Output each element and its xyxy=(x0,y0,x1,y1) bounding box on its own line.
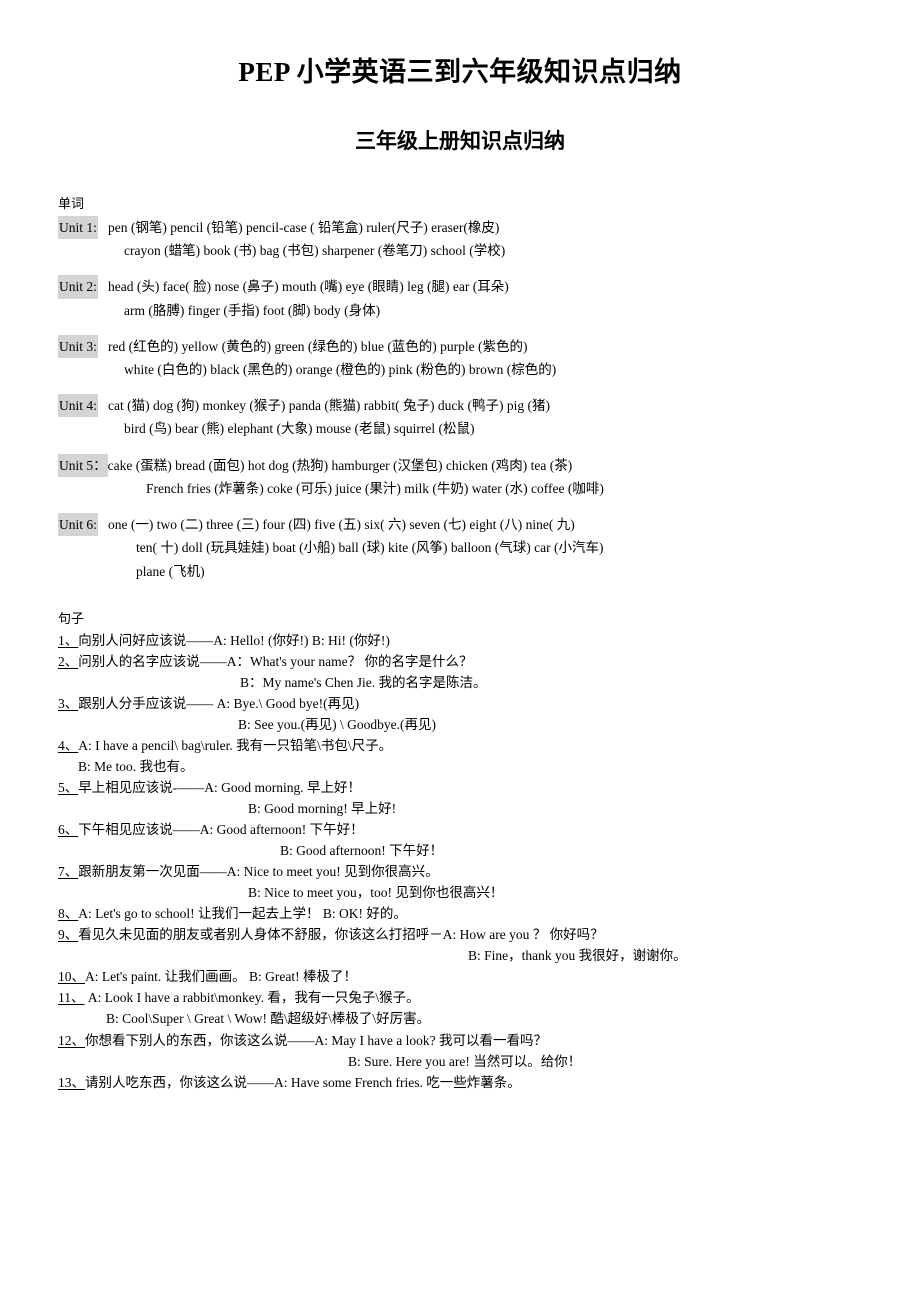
unit-word-line: plane (飞机) xyxy=(136,563,205,579)
word-unit-1: Unit 1: pen (钢笔) pencil (铅笔) pencil-case… xyxy=(58,215,860,262)
sentence-number: 9、 xyxy=(58,927,79,943)
sentence-text: 跟新朋友第一次见面——A: Nice to meet you! 见到你很高兴。 xyxy=(78,864,439,880)
sentence-text: B: Sure. Here you are! 当然可以。给你！ xyxy=(348,1053,582,1069)
word-unit-6: Unit 6: one (一) two (二) three (三) four (… xyxy=(58,513,860,583)
sentence-text: A: Let's go to school! 让我们一起去上学！ B: OK! … xyxy=(78,906,407,922)
sentence-text: 看见久未见面的朋友或者别人身体不舒服，你该这么打招呼－A: How are yo… xyxy=(78,927,604,943)
word-unit-3: Unit 3: red (红色的) yellow (黄色的) green (绿色… xyxy=(58,334,860,381)
sentence-text: A: Let's paint. 让我们画画。 B: Great! 棒极了！ xyxy=(85,969,358,985)
unit-label: Unit 3: xyxy=(58,334,98,358)
sentence-line: 9、看见久未见面的朋友或者别人身体不舒服，你该这么打招呼－A: How are … xyxy=(58,924,860,945)
word-units-list: Unit 1: pen (钢笔) pencil (铅笔) pencil-case… xyxy=(58,215,860,583)
sentence-line: B: Nice to meet you，too! 见到你也很高兴！ xyxy=(58,882,860,903)
sentence-line: 5、早上相见应该说-——A: Good morning. 早上好！ xyxy=(58,777,860,798)
word-unit-4: Unit 4: cat (猫) dog (狗) monkey (猴子) pand… xyxy=(58,394,860,440)
sentence-text: B: Nice to meet you，too! 见到你也很高兴！ xyxy=(248,885,504,901)
unit-word-line: cat (猫) dog (狗) monkey (猴子) panda (熊猫) r… xyxy=(108,398,551,414)
unit-label: Unit 1: xyxy=(58,215,98,240)
sentence-text: A: I have a pencil\ bag\ruler. 我有一只铅笔\书包… xyxy=(78,737,393,753)
sentence-text: B: See you.(再见) \ Goodbye.(再见) xyxy=(238,716,436,732)
sentence-text: B: Good afternoon! 下午好！ xyxy=(280,843,444,859)
sentence-number: 2、 xyxy=(58,653,79,669)
sentence-number: 11、 xyxy=(58,990,85,1006)
sentences-section-label: 句子 xyxy=(58,610,85,626)
sentence-number: 5、 xyxy=(58,779,79,795)
sentence-line: B: Cool\Super \ Great \ Wow! 酷\超级好\棒极了\好… xyxy=(58,1008,860,1029)
unit-first-line: Unit 1: pen (钢笔) pencil (铅笔) pencil-case… xyxy=(58,215,860,240)
word-unit-2: Unit 2: head (头) face( 脸) nose (鼻子) mout… xyxy=(58,275,860,321)
sentence-line: 3、跟别人分手应该说—— A: Bye.\ Good bye!(再见) xyxy=(58,693,860,714)
sentence-number: 6、 xyxy=(58,822,79,838)
sentence-list: 1、向别人问好应该说——A: Hello! (你好!) B: Hi! (你好!)… xyxy=(58,630,860,1093)
sentence-line: B: See you.(再见) \ Goodbye.(再见) xyxy=(58,714,860,735)
sentence-number: 1、 xyxy=(58,632,79,648)
document-body: 单词 Unit 1: pen (钢笔) pencil (铅笔) pencil-c… xyxy=(0,196,920,1093)
sentence-text: B：My name's Chen Jie. 我的名字是陈洁。 xyxy=(240,674,487,690)
document-page: PEP 小学英语三到六年级知识点归纳 三年级上册知识点归纳 单词 Unit 1:… xyxy=(0,0,920,1302)
sentence-number: 7、 xyxy=(58,864,79,880)
sentence-number: 3、 xyxy=(58,695,79,711)
words-section-label: 单词 xyxy=(58,196,85,211)
sentence-text: 请别人吃东西，你该这么说——A: Have some French fries.… xyxy=(85,1074,521,1090)
unit-word-line: ten( 十) doll (玩具娃娃) boat (小船) ball (球) k… xyxy=(136,540,604,556)
sentence-line: 8、A: Let's go to school! 让我们一起去上学！ B: OK… xyxy=(58,903,860,924)
unit-word-line: red (红色的) yellow (黄色的) green (绿色的) blue … xyxy=(108,338,528,354)
unit-first-line: Unit 3: red (红色的) yellow (黄色的) green (绿色… xyxy=(58,334,860,358)
unit-word-line: one (一) two (二) three (三) four (四) five … xyxy=(108,517,575,533)
sentence-line: B: Sure. Here you are! 当然可以。给你！ xyxy=(58,1051,860,1072)
sentence-line: 7、跟新朋友第一次见面——A: Nice to meet you! 见到你很高兴… xyxy=(58,861,860,882)
sentence-number: 10、 xyxy=(58,969,85,985)
sentence-line: 6、下午相见应该说——A: Good afternoon! 下午好！ xyxy=(58,819,860,840)
unit-first-line: Unit 5： cake (蛋糕) bread (面包) hot dog (热狗)… xyxy=(58,453,860,477)
sentence-line: 2、问别人的名字应该说——A：What's your name？ 你的名字是什么… xyxy=(58,651,860,672)
sentence-text: 早上相见应该说-——A: Good morning. 早上好！ xyxy=(78,779,361,795)
unit-first-line: Unit 4: cat (猫) dog (狗) monkey (猴子) pand… xyxy=(58,394,860,418)
sentence-text: B: Good morning! 早上好! xyxy=(248,801,397,816)
page-title: PEP 小学英语三到六年级知识点归纳 xyxy=(238,57,682,87)
unit-label: Unit 5： xyxy=(58,453,108,477)
unit-word-line: cake (蛋糕) bread (面包) hot dog (热狗) hambur… xyxy=(107,457,573,473)
sentence-text: 跟别人分手应该说—— A: Bye.\ Good bye!(再见) xyxy=(78,695,360,711)
sentence-number: 13、 xyxy=(58,1074,85,1090)
sentence-text: B: Me too. 我也有。 xyxy=(78,758,194,774)
sentence-line: 10、A: Let's paint. 让我们画画。 B: Great! 棒极了！ xyxy=(58,966,860,987)
sentence-text: A: Look I have a rabbit\monkey. 看，我有一只兔子… xyxy=(84,990,420,1006)
unit-word-line: crayon (蜡笔) book (书) bag (书包) sharpener … xyxy=(124,243,506,259)
unit-first-line: Unit 6: one (一) two (二) three (三) four (… xyxy=(58,513,860,537)
sentence-text: 你想看下别人的东西，你该这么说——A: May I have a look? 我… xyxy=(85,1032,547,1048)
sentence-line: B: Good afternoon! 下午好！ xyxy=(58,840,860,861)
sentence-line: B: Me too. 我也有。 xyxy=(58,756,860,777)
unit-word-line: arm (胳膊) finger (手指) foot (脚) body (身体) xyxy=(124,302,381,318)
sentence-line: B：My name's Chen Jie. 我的名字是陈洁。 xyxy=(58,672,860,693)
word-unit-5: Unit 5： cake (蛋糕) bread (面包) hot dog (热狗)… xyxy=(58,453,860,500)
sentence-text: B: Cool\Super \ Great \ Wow! 酷\超级好\棒极了\好… xyxy=(106,1011,431,1027)
sentence-line: 13、请别人吃东西，你该这么说——A: Have some French fri… xyxy=(58,1072,860,1093)
unit-word-line: French fries (炸薯条) coke (可乐) juice (果汁) … xyxy=(146,480,604,496)
page-subtitle: 三年级上册知识点归纳 xyxy=(355,128,565,153)
sentence-line: 4、A: I have a pencil\ bag\ruler. 我有一只铅笔\… xyxy=(58,735,860,756)
sentence-line: B: Good morning! 早上好! xyxy=(58,798,860,819)
unit-label: Unit 6: xyxy=(58,513,98,537)
sentence-text: B: Fine，thank you 我很好，谢谢你。 xyxy=(468,948,687,964)
sentence-text: 下午相见应该说——A: Good afternoon! 下午好！ xyxy=(78,822,364,838)
unit-first-line: Unit 2: head (头) face( 脸) nose (鼻子) mout… xyxy=(58,275,860,299)
sentence-line: B: Fine，thank you 我很好，谢谢你。 xyxy=(58,945,860,966)
unit-word-line: white (白色的) black (黑色的) orange (橙色的) pin… xyxy=(124,361,557,377)
unit-word-line: bird (鸟) bear (熊) elephant (大象) mouse (老… xyxy=(124,421,475,437)
unit-label: Unit 2: xyxy=(58,275,98,299)
sentence-number: 12、 xyxy=(58,1032,85,1048)
sentence-line: 12、你想看下别人的东西，你该这么说——A: May I have a look… xyxy=(58,1030,860,1051)
sentence-text: 向别人问好应该说——A: Hello! (你好!) B: Hi! (你好!) xyxy=(78,632,390,648)
sentence-line: 1、向别人问好应该说——A: Hello! (你好!) B: Hi! (你好!) xyxy=(58,630,860,651)
sentence-number: 8、 xyxy=(58,906,79,922)
unit-word-line: pen (钢笔) pencil (铅笔) pencil-case ( 铅笔盒) … xyxy=(108,219,500,235)
sentence-line: 11、 A: Look I have a rabbit\monkey. 看，我有… xyxy=(58,987,860,1008)
unit-label: Unit 4: xyxy=(58,394,98,418)
sentence-text: 问别人的名字应该说——A：What's your name？ 你的名字是什么？ xyxy=(78,653,473,669)
unit-word-line: head (头) face( 脸) nose (鼻子) mouth (嘴) ey… xyxy=(108,279,509,295)
sentence-number: 4、 xyxy=(58,737,79,753)
